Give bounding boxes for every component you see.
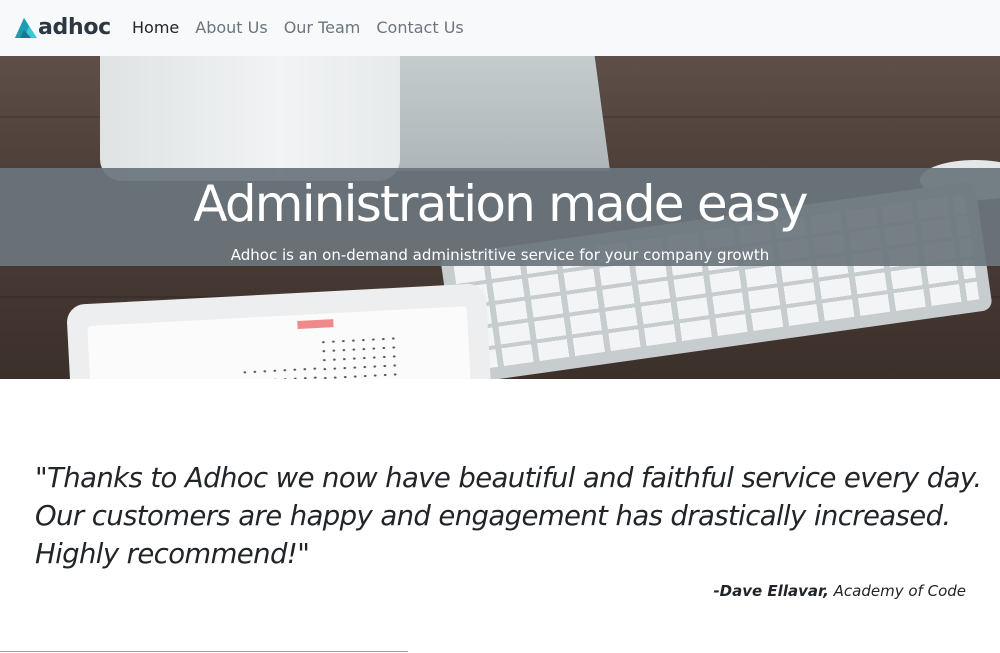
nav-about-us[interactable]: About Us: [195, 17, 267, 39]
nav-contact-us[interactable]: Contact Us: [376, 17, 463, 39]
hero-image-monitor: [100, 56, 400, 181]
testimonial-attribution: -Dave Ellavar, Academy of Code: [713, 582, 966, 600]
logo-icon: [15, 18, 37, 38]
testimonial-author: -Dave Ellavar,: [713, 582, 829, 600]
calendar-header: [297, 319, 334, 330]
tablet-screen: [87, 306, 474, 379]
brand-name: adhoc: [38, 15, 111, 40]
testimonial-company: Academy of Code: [833, 582, 966, 600]
hero-section: Administration made easy Adhoc is an on-…: [0, 56, 1000, 379]
nav-our-team[interactable]: Our Team: [284, 17, 361, 39]
nav-home[interactable]: Home: [132, 17, 179, 39]
brand-logo-link[interactable]: adhoc: [15, 14, 111, 42]
section-divider: [0, 651, 408, 652]
hero-subtitle: Adhoc is an on-demand administritive ser…: [230, 246, 770, 264]
navbar: adhoc Home About Us Our Team Contact Us: [0, 0, 1000, 56]
calendar-grid: [239, 363, 323, 379]
testimonial-quote: "Thanks to Adhoc we now have beautiful a…: [35, 462, 982, 570]
main-nav: Home About Us Our Team Contact Us: [132, 17, 480, 39]
calendar-grid: [318, 333, 402, 379]
hero-title: Administration made easy: [193, 175, 808, 233]
